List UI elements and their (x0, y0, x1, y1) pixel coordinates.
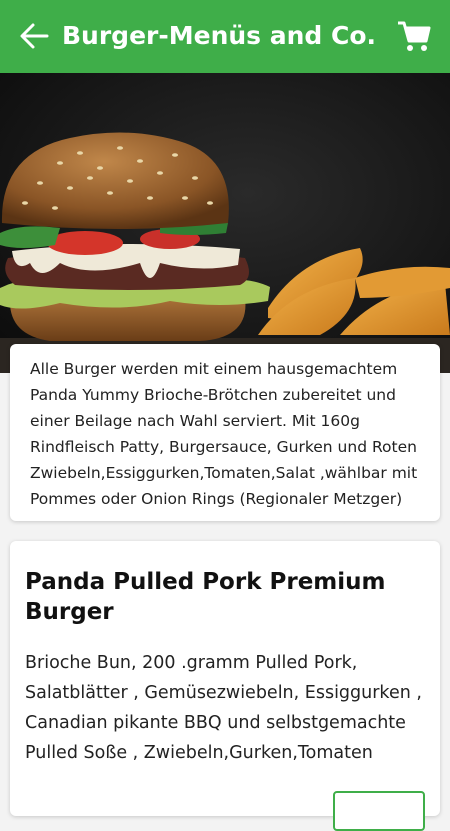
app-bar: Burger-Menüs and Co. (0, 0, 450, 73)
back-button[interactable] (18, 20, 50, 52)
cart-button[interactable] (396, 18, 432, 54)
category-description: Alle Burger werden mit einem hausgemacht… (30, 360, 418, 508)
category-description-card: Alle Burger werden mit einem hausgemacht… (10, 344, 440, 521)
product-name: Panda Pulled Pork Premium Burger (25, 569, 386, 625)
shopping-cart-icon (398, 21, 431, 51)
burger-photo (0, 73, 450, 373)
arrow-left-icon (20, 23, 49, 49)
product-description: Brioche Bun, 200 .gramm Pulled Pork, Sal… (25, 653, 422, 763)
product-card[interactable]: Panda Pulled Pork Premium Burger Brioche… (10, 541, 440, 831)
page-title: Burger-Menüs and Co. (62, 21, 377, 50)
hero-image (0, 73, 450, 373)
add-to-cart-button[interactable] (333, 791, 425, 831)
